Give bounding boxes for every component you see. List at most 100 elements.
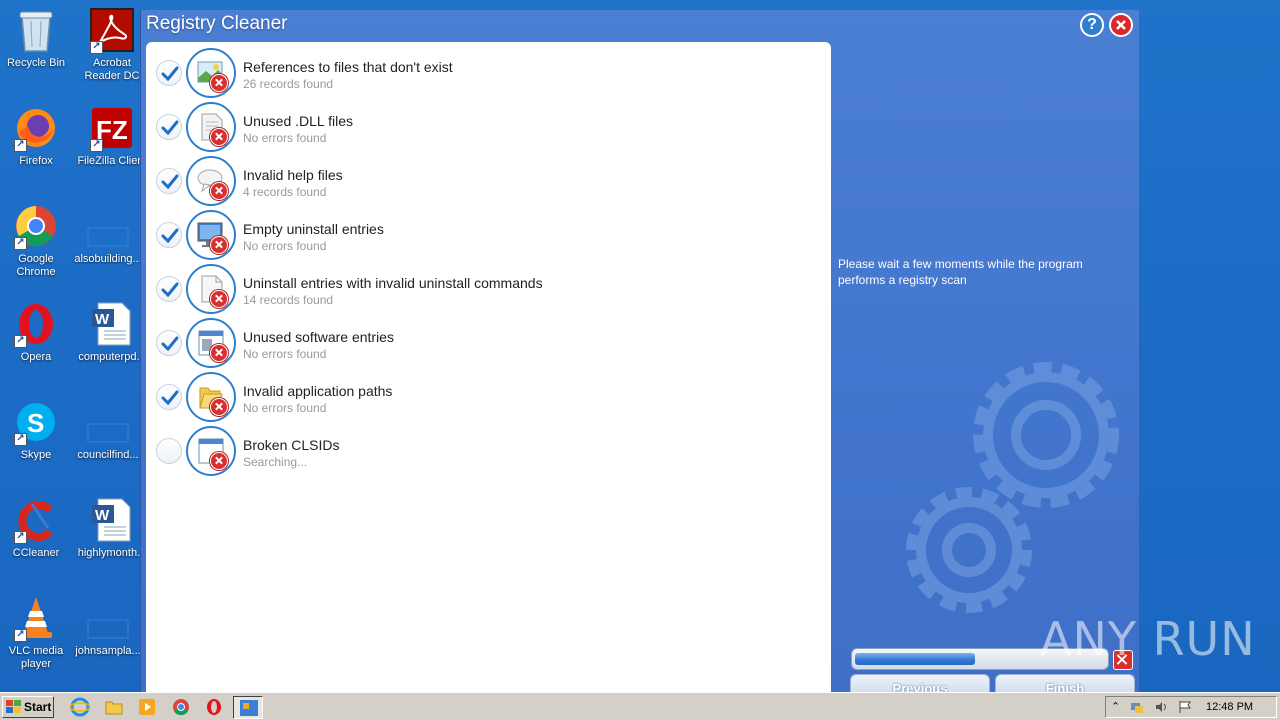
dll-file-icon [186,102,236,152]
start-label: Start [24,700,52,714]
image-file-icon [186,48,236,98]
registry-cleaner-taskbar-button[interactable] [233,696,263,719]
scan-item-status: 14 records found [243,293,334,307]
blank-file-icon [84,594,132,642]
windows-logo-icon [6,700,21,713]
scan-item-status: No errors found [243,401,327,415]
scan-item-status: No errors found [243,239,327,253]
scan-item-checkbox[interactable] [156,384,182,410]
error-badge-icon [210,290,228,308]
desktop-icon-alsobuilding[interactable]: alsobuilding... [72,202,144,292]
desktop-icon-councilfind[interactable]: councilfind... [72,398,144,488]
clock[interactable]: 12:48 PM [1206,701,1253,713]
shortcut-arrow-icon: ↗ [14,139,27,152]
scan-item-status: 4 records found [243,185,327,199]
shortcut-arrow-icon: ↗ [14,433,27,446]
scan-item-status: No errors found [243,347,327,361]
scan-item-checkbox[interactable] [156,330,182,356]
scan-item[interactable]: Uninstall entries with invalid uninstall… [146,262,831,316]
word-document-icon: W [88,300,136,348]
start-button[interactable]: Start [2,696,54,718]
scan-item-name: Uninstall entries with invalid uninstall… [243,275,543,291]
desktop-icon-ccleaner[interactable]: ↗ CCleaner [0,496,72,586]
scan-item[interactable]: Unused .DLL files No errors found [146,100,831,154]
checkmark-icon [161,66,179,82]
scan-item[interactable]: Unused software entries No errors found [146,316,831,370]
error-badge-icon [210,128,228,146]
scan-results-panel: References to files that don't exist 26 … [146,42,831,694]
vlc-cone-icon: ↗ [12,594,60,642]
scan-item[interactable]: Invalid help files 4 records found [146,154,831,208]
shortcut-arrow-icon: ↗ [14,531,27,544]
internet-explorer-icon[interactable] [70,697,90,717]
desktop-icon-label: CCleaner [12,547,60,559]
system-tray: ⌃ 12:48 PM [1105,696,1277,718]
opera-icon: ↗ [12,300,60,348]
scan-item-checkbox[interactable] [156,114,182,140]
desktop-icon-acrobat[interactable]: ↗ Acrobat Reader DC [76,6,148,96]
filezilla-icon: FZ ↗ [88,104,136,152]
desktop-icon-skype[interactable]: S ↗ Skype [0,398,72,488]
scan-item[interactable]: Broken CLSIDs Searching... [146,424,831,478]
desktop-icon-computerpd[interactable]: W computerpd... [76,300,148,390]
network-icon[interactable] [1130,700,1144,714]
checkmark-icon [161,390,179,406]
scan-item-name: References to files that don't exist [243,59,453,75]
action-center-flag-icon[interactable] [1178,700,1192,714]
window-title: Registry Cleaner [146,13,288,34]
checkmark-icon [161,174,179,190]
opera-taskbar-icon[interactable] [204,697,224,717]
scan-item-status: 26 records found [243,77,334,91]
chrome-taskbar-icon[interactable] [171,697,191,717]
scan-item[interactable]: Empty uninstall entries No errors found [146,208,831,262]
desktop-icon-label: FileZilla Client [77,155,147,167]
scan-item-name: Unused .DLL files [243,113,353,129]
desktop-icon-johnsampla[interactable]: johnsampla... [72,594,144,684]
scan-item-status: No errors found [243,131,327,145]
show-hidden-icons-icon[interactable]: ⌃ [1111,700,1125,714]
close-button[interactable] [1109,13,1133,37]
desktop-icon-opera[interactable]: ↗ Opera [0,300,72,390]
scan-item-checkbox[interactable] [156,60,182,86]
desktop-icon-firefox[interactable]: ↗ Firefox [0,104,72,194]
folder-icon [186,372,236,422]
scan-item-checkbox[interactable] [156,222,182,248]
taskbar: Start ⌃ 12:48 PM [0,692,1280,720]
file-explorer-icon[interactable] [104,697,124,717]
desktop-icon-label: Google Chrome [16,253,56,278]
scan-item-checkbox[interactable] [156,276,182,302]
desktop-icons: Recycle Bin ↗ Acrobat Reader DC ↗ Firefo… [0,0,148,692]
scan-item-name: Invalid help files [243,167,343,183]
scan-item-name: Invalid application paths [243,383,393,399]
anyrun-watermark: ANY RUN [1040,612,1256,666]
media-player-icon[interactable] [137,697,157,717]
error-badge-icon [210,452,228,470]
recycle-bin-icon [12,6,60,54]
scan-item-checkbox[interactable] [156,438,182,464]
scan-item-name: Unused software entries [243,329,394,345]
window-icon [186,426,236,476]
scan-item[interactable]: References to files that don't exist 26 … [146,46,831,100]
gears-icon [906,362,1119,613]
acrobat-icon: ↗ [88,6,136,54]
desktop-icon-vlc[interactable]: ↗ VLC media player [0,594,72,684]
window-icon [186,318,236,368]
desktop-icon-highlymonth[interactable]: W highlymonth... [76,496,148,586]
desktop-icon-chrome[interactable]: ↗ Google Chrome [0,202,72,292]
checkmark-icon [161,282,179,298]
error-badge-icon [210,236,228,254]
help-button[interactable]: ? [1080,13,1104,37]
registry-cleaner-window: Registry Cleaner ? References to files t… [140,10,1139,698]
error-badge-icon [210,398,228,416]
svg-text:S: S [27,408,44,438]
word-document-icon: W [88,496,136,544]
shortcut-arrow-icon: ↗ [14,237,27,250]
desktop-icon-recycle-bin[interactable]: Recycle Bin [0,6,72,96]
blank-file-icon [84,202,132,250]
desktop-icon-filezilla[interactable]: FZ ↗ FileZilla Client [76,104,148,194]
desktop-icon-label: Opera [20,351,52,363]
chrome-icon: ↗ [12,202,60,250]
scan-item[interactable]: Invalid application paths No errors foun… [146,370,831,424]
volume-icon[interactable] [1154,700,1168,714]
scan-item-checkbox[interactable] [156,168,182,194]
